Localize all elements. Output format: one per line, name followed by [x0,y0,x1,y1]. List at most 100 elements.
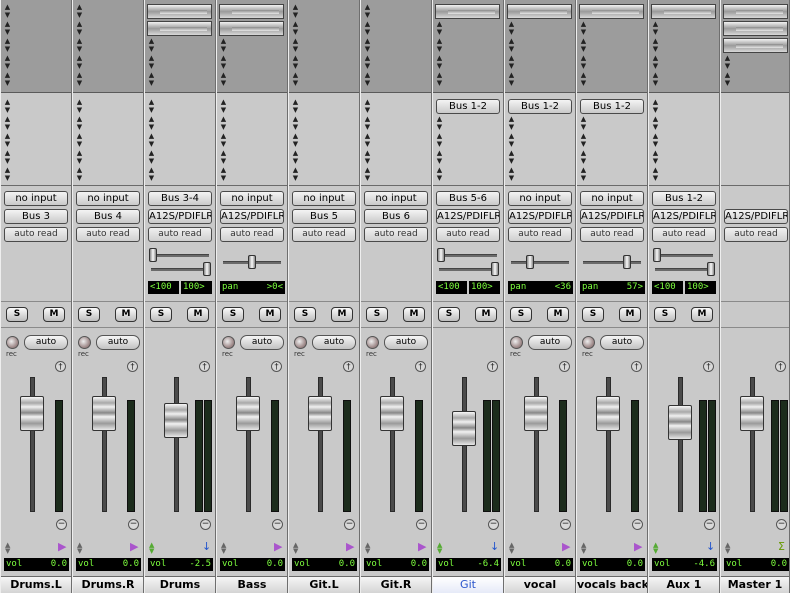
insert-slot-selector[interactable]: ▲ ▼ [219,38,228,53]
pan-knob[interactable] [203,262,211,276]
group-minus-icon[interactable]: − [776,519,787,530]
pan-slider[interactable] [149,248,211,262]
insert-slot-selector[interactable]: ▲ ▼ [3,55,12,70]
voice-updown-icon[interactable]: ▲ ▼ [293,542,302,555]
mute-button[interactable]: M [547,307,569,322]
automation-play-icon[interactable]: ↓ [706,541,717,552]
record-enable-button[interactable] [366,336,379,349]
solo-button[interactable]: S [222,307,244,322]
send-slot-selector[interactable]: ▲ ▼ [363,133,372,148]
track-name-button[interactable]: Aux 1 [649,576,719,593]
output-selector[interactable]: Bus 3 [4,209,68,224]
input-selector[interactable]: no input [220,191,284,206]
pan-slider[interactable] [437,248,499,262]
insert-slot-selector[interactable]: ▲ ▼ [363,38,372,53]
insert-slot-selector[interactable]: ▲ ▼ [291,21,300,36]
insert-plugin-button[interactable] [507,4,572,19]
track-name-button[interactable]: Drums.L [1,576,71,593]
insert-slot-selector[interactable]: ▲ ▼ [75,38,84,53]
send-slot-selector[interactable]: ▲ ▼ [147,133,156,148]
track-name-button[interactable]: Git.R [361,576,431,593]
mute-button[interactable]: M [259,307,281,322]
group-dagger-icon[interactable]: † [271,361,282,372]
track-name-button[interactable]: Master 1 [721,576,789,593]
auto-input-button[interactable]: auto [24,335,68,350]
record-enable-button[interactable] [78,336,91,349]
send-slot-selector[interactable]: ▲ ▼ [579,133,588,148]
insert-slot-selector[interactable]: ▲ ▼ [3,4,12,19]
pan-slider[interactable] [437,262,499,276]
input-selector[interactable]: Bus 3-4 [148,191,212,206]
solo-button[interactable]: S [150,307,172,322]
record-enable-button[interactable] [582,336,595,349]
insert-slot-selector[interactable]: ▲ ▼ [579,72,588,87]
send-slot-selector[interactable]: ▲ ▼ [435,150,444,165]
auto-input-button[interactable]: auto [384,335,428,350]
group-dagger-icon[interactable]: † [703,361,714,372]
send-slot-selector[interactable]: ▲ ▼ [579,167,588,182]
insert-slot-selector[interactable]: ▲ ▼ [363,55,372,70]
solo-button[interactable]: S [366,307,388,322]
auto-input-button[interactable]: auto [96,335,140,350]
send-bus-button[interactable]: Bus 1-2 [436,99,500,114]
insert-slot-selector[interactable]: ▲ ▼ [651,72,660,87]
volume-fader[interactable] [668,405,692,440]
automation-mode-selector[interactable]: auto read [508,227,572,242]
group-dagger-icon[interactable]: † [775,361,786,372]
voice-updown-icon[interactable]: ▲ ▼ [725,542,734,555]
group-minus-icon[interactable]: − [128,519,139,530]
send-slot-selector[interactable]: ▲ ▼ [291,167,300,182]
output-selector[interactable]: Bus 6 [364,209,428,224]
voice-updown-icon[interactable]: ▲ ▼ [149,542,158,555]
group-minus-icon[interactable]: − [416,519,427,530]
pan-slider[interactable] [653,248,715,262]
output-selector[interactable]: A12S/PDIFLR [436,209,500,224]
insert-slot-selector[interactable]: ▲ ▼ [291,55,300,70]
insert-slot-selector[interactable]: ▲ ▼ [363,72,372,87]
send-slot-selector[interactable]: ▲ ▼ [147,116,156,131]
output-selector[interactable]: A12S/PDIFLR [220,209,284,224]
auto-input-button[interactable]: auto [240,335,284,350]
insert-plugin-button[interactable] [147,4,212,19]
send-slot-selector[interactable]: ▲ ▼ [3,167,12,182]
track-name-button[interactable]: Git.L [289,576,359,593]
insert-slot-selector[interactable]: ▲ ▼ [3,72,12,87]
automation-play-icon[interactable]: ▶ [130,541,141,552]
send-slot-selector[interactable]: ▲ ▼ [651,133,660,148]
automation-play-icon[interactable]: ▶ [58,541,69,552]
track-name-button[interactable]: vocal [505,576,575,593]
mute-button[interactable]: M [331,307,353,322]
insert-slot-selector[interactable]: ▲ ▼ [507,72,516,87]
send-slot-selector[interactable]: ▲ ▼ [75,167,84,182]
send-slot-selector[interactable]: ▲ ▼ [75,99,84,114]
group-dagger-icon[interactable]: † [343,361,354,372]
send-slot-selector[interactable]: ▲ ▼ [147,99,156,114]
mute-button[interactable]: M [43,307,65,322]
send-slot-selector[interactable]: ▲ ▼ [75,133,84,148]
volume-fader[interactable] [452,411,476,446]
automation-play-icon[interactable]: ▶ [346,541,357,552]
volume-fader[interactable] [596,396,620,431]
output-selector[interactable]: A12S/PDIFLR [580,209,644,224]
insert-slot-selector[interactable]: ▲ ▼ [291,38,300,53]
pan-knob[interactable] [437,248,445,262]
send-slot-selector[interactable]: ▲ ▼ [219,116,228,131]
group-dagger-icon[interactable]: † [559,361,570,372]
insert-slot-selector[interactable]: ▲ ▼ [291,72,300,87]
volume-fader[interactable] [380,396,404,431]
automation-mode-selector[interactable]: auto read [364,227,428,242]
automation-play-icon[interactable]: ↓ [490,541,501,552]
insert-slot-selector[interactable]: ▲ ▼ [363,4,372,19]
insert-plugin-button[interactable] [435,4,500,19]
send-slot-selector[interactable]: ▲ ▼ [651,167,660,182]
pan-knob[interactable] [653,248,661,262]
input-selector[interactable]: no input [4,191,68,206]
send-slot-selector[interactable]: ▲ ▼ [363,150,372,165]
automation-play-icon[interactable]: ▶ [418,541,429,552]
insert-slot-selector[interactable]: ▲ ▼ [435,21,444,36]
send-slot-selector[interactable]: ▲ ▼ [219,99,228,114]
volume-fader[interactable] [740,396,764,431]
group-dagger-icon[interactable]: † [415,361,426,372]
send-slot-selector[interactable]: ▲ ▼ [291,133,300,148]
pan-knob[interactable] [248,255,256,269]
